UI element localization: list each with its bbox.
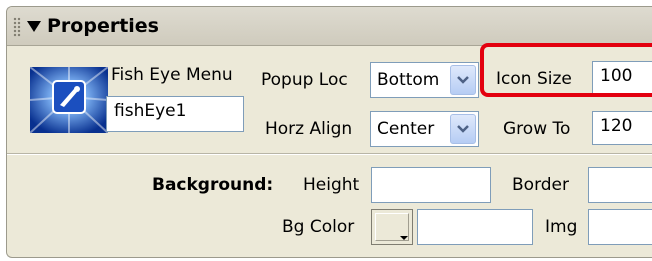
collapse-triangle-icon[interactable] <box>27 21 41 32</box>
img-label: Img <box>545 217 578 237</box>
widget-name-input[interactable]: fishEye1 <box>106 96 244 132</box>
section-divider <box>7 153 652 155</box>
popup-loc-select[interactable]: Bottom <box>370 62 479 98</box>
background-section-label: Background: <box>152 175 274 195</box>
popup-loc-label: Popup Loc <box>261 70 348 90</box>
bg-color-input[interactable] <box>417 209 533 245</box>
img-input[interactable] <box>588 209 652 245</box>
bg-color-picker-button[interactable] <box>371 209 413 245</box>
popup-loc-value: Bottom <box>377 70 440 90</box>
widget-type-label: Fish Eye Menu <box>111 65 233 85</box>
fisheye-widget-icon <box>30 67 108 133</box>
height-input[interactable] <box>371 167 491 203</box>
chevron-down-icon <box>457 76 469 84</box>
dropdown-arrow-icon <box>400 236 408 240</box>
panel-titlebar[interactable]: Properties <box>7 7 652 46</box>
height-label: Height <box>303 175 360 195</box>
grow-to-input[interactable]: 120 <box>592 111 652 145</box>
popup-loc-dropdown-button[interactable] <box>450 65 476 95</box>
chevron-down-icon <box>457 125 469 133</box>
horz-align-label: Horz Align <box>265 119 353 139</box>
horz-align-value: Center <box>377 119 435 139</box>
drag-grip-icon[interactable] <box>13 17 21 37</box>
border-label: Border <box>512 175 569 195</box>
horz-align-dropdown-button[interactable] <box>450 114 476 144</box>
bg-color-label: Bg Color <box>282 217 355 237</box>
grow-to-label: Grow To <box>503 119 571 139</box>
panel-title: Properties <box>47 15 159 37</box>
horz-align-select[interactable]: Center <box>370 111 479 147</box>
icon-size-highlight <box>480 43 652 97</box>
border-input[interactable] <box>588 167 652 203</box>
